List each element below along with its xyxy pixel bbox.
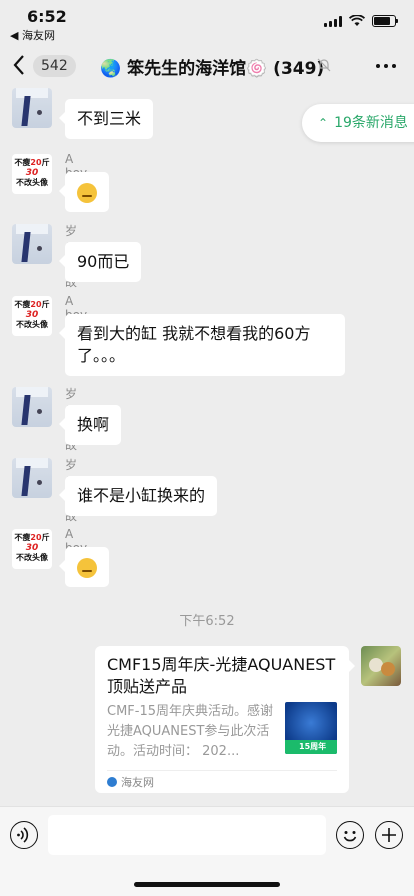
message-item: 岁月如故 90而已 <box>12 224 142 289</box>
message-input[interactable] <box>48 815 326 855</box>
kissing-emoji-icon <box>77 557 97 578</box>
signal-icon <box>324 15 342 27</box>
source-logo-icon <box>107 777 117 787</box>
chat-title[interactable]: 🌏 笨先生的海洋馆🍥 (349) <box>100 54 324 79</box>
message-bubble[interactable]: 看到大的缸 我就不想看我的60方 了。。。 <box>59 314 345 376</box>
avatar[interactable] <box>12 224 52 264</box>
emoji-picker-icon[interactable] <box>336 821 364 849</box>
avatar[interactable] <box>12 88 52 128</box>
message-item: 岁月如故 谁不是小缸换来的 <box>12 458 218 523</box>
voice-input-icon[interactable] <box>10 821 38 849</box>
message-timestamp: 下午6:52 <box>179 614 235 629</box>
battery-icon <box>372 15 398 27</box>
double-chevron-up-icon: ⌃ <box>318 116 329 130</box>
sweat-smile-emoji-icon <box>77 182 97 203</box>
shared-link-card[interactable]: CMF15周年庆-光捷AQUANEST顶贴送产品 CMF-15周年庆典活动。感谢… <box>95 646 355 793</box>
message-bubble[interactable] <box>59 547 109 587</box>
chat-header: 542 🌏 笨先生的海洋馆🍥 (349) <box>0 44 414 88</box>
message-bubble[interactable]: 不到三米 <box>58 99 154 139</box>
avatar[interactable] <box>12 387 52 427</box>
message-bubble[interactable]: 90而已 <box>58 242 142 282</box>
message-item: 不到三米 <box>12 88 154 139</box>
card-thumbnail: 15周年 <box>285 702 337 754</box>
card-source: 海友网 <box>107 774 154 790</box>
mute-bell-icon <box>317 58 331 72</box>
home-indicator[interactable] <box>134 882 280 887</box>
avatar[interactable] <box>12 458 52 498</box>
message-bubble[interactable]: 谁不是小缸换来的 <box>58 476 218 516</box>
avatar[interactable]: 不瘦20斤 30 不改头像 <box>12 529 52 569</box>
plus-icon[interactable] <box>375 821 403 849</box>
avatar[interactable]: 不瘦20斤 30 不改头像 <box>12 154 52 194</box>
divider <box>107 770 337 771</box>
back-to-app-link[interactable]: ◀ 海友网 <box>10 27 55 43</box>
card-title: CMF15周年庆-光捷AQUANEST顶贴送产品 <box>107 655 336 696</box>
status-icons <box>324 15 398 27</box>
message-bubble[interactable] <box>59 172 109 212</box>
card-description: CMF-15周年庆典活动。感谢光捷AQUANEST参与此次活动。活动时间： 20… <box>107 704 274 759</box>
new-messages-label: 19条新消息 <box>334 115 408 131</box>
more-options-icon[interactable] <box>376 64 396 68</box>
status-time: 6:52 <box>27 7 67 26</box>
unread-count-badge[interactable]: 542 <box>33 55 76 77</box>
new-messages-pill[interactable]: ⌃ 19条新消息 <box>302 104 414 142</box>
status-bar: 6:52 ◀ 海友网 <box>0 0 414 44</box>
message-item: 岁月如故 换啊 <box>12 387 122 452</box>
message-bubble[interactable]: 换啊 <box>58 405 122 445</box>
avatar[interactable]: 不瘦20斤 30 不改头像 <box>12 296 52 336</box>
wifi-icon <box>349 15 365 26</box>
back-chevron-icon[interactable] <box>12 54 26 76</box>
my-avatar[interactable] <box>361 646 401 686</box>
